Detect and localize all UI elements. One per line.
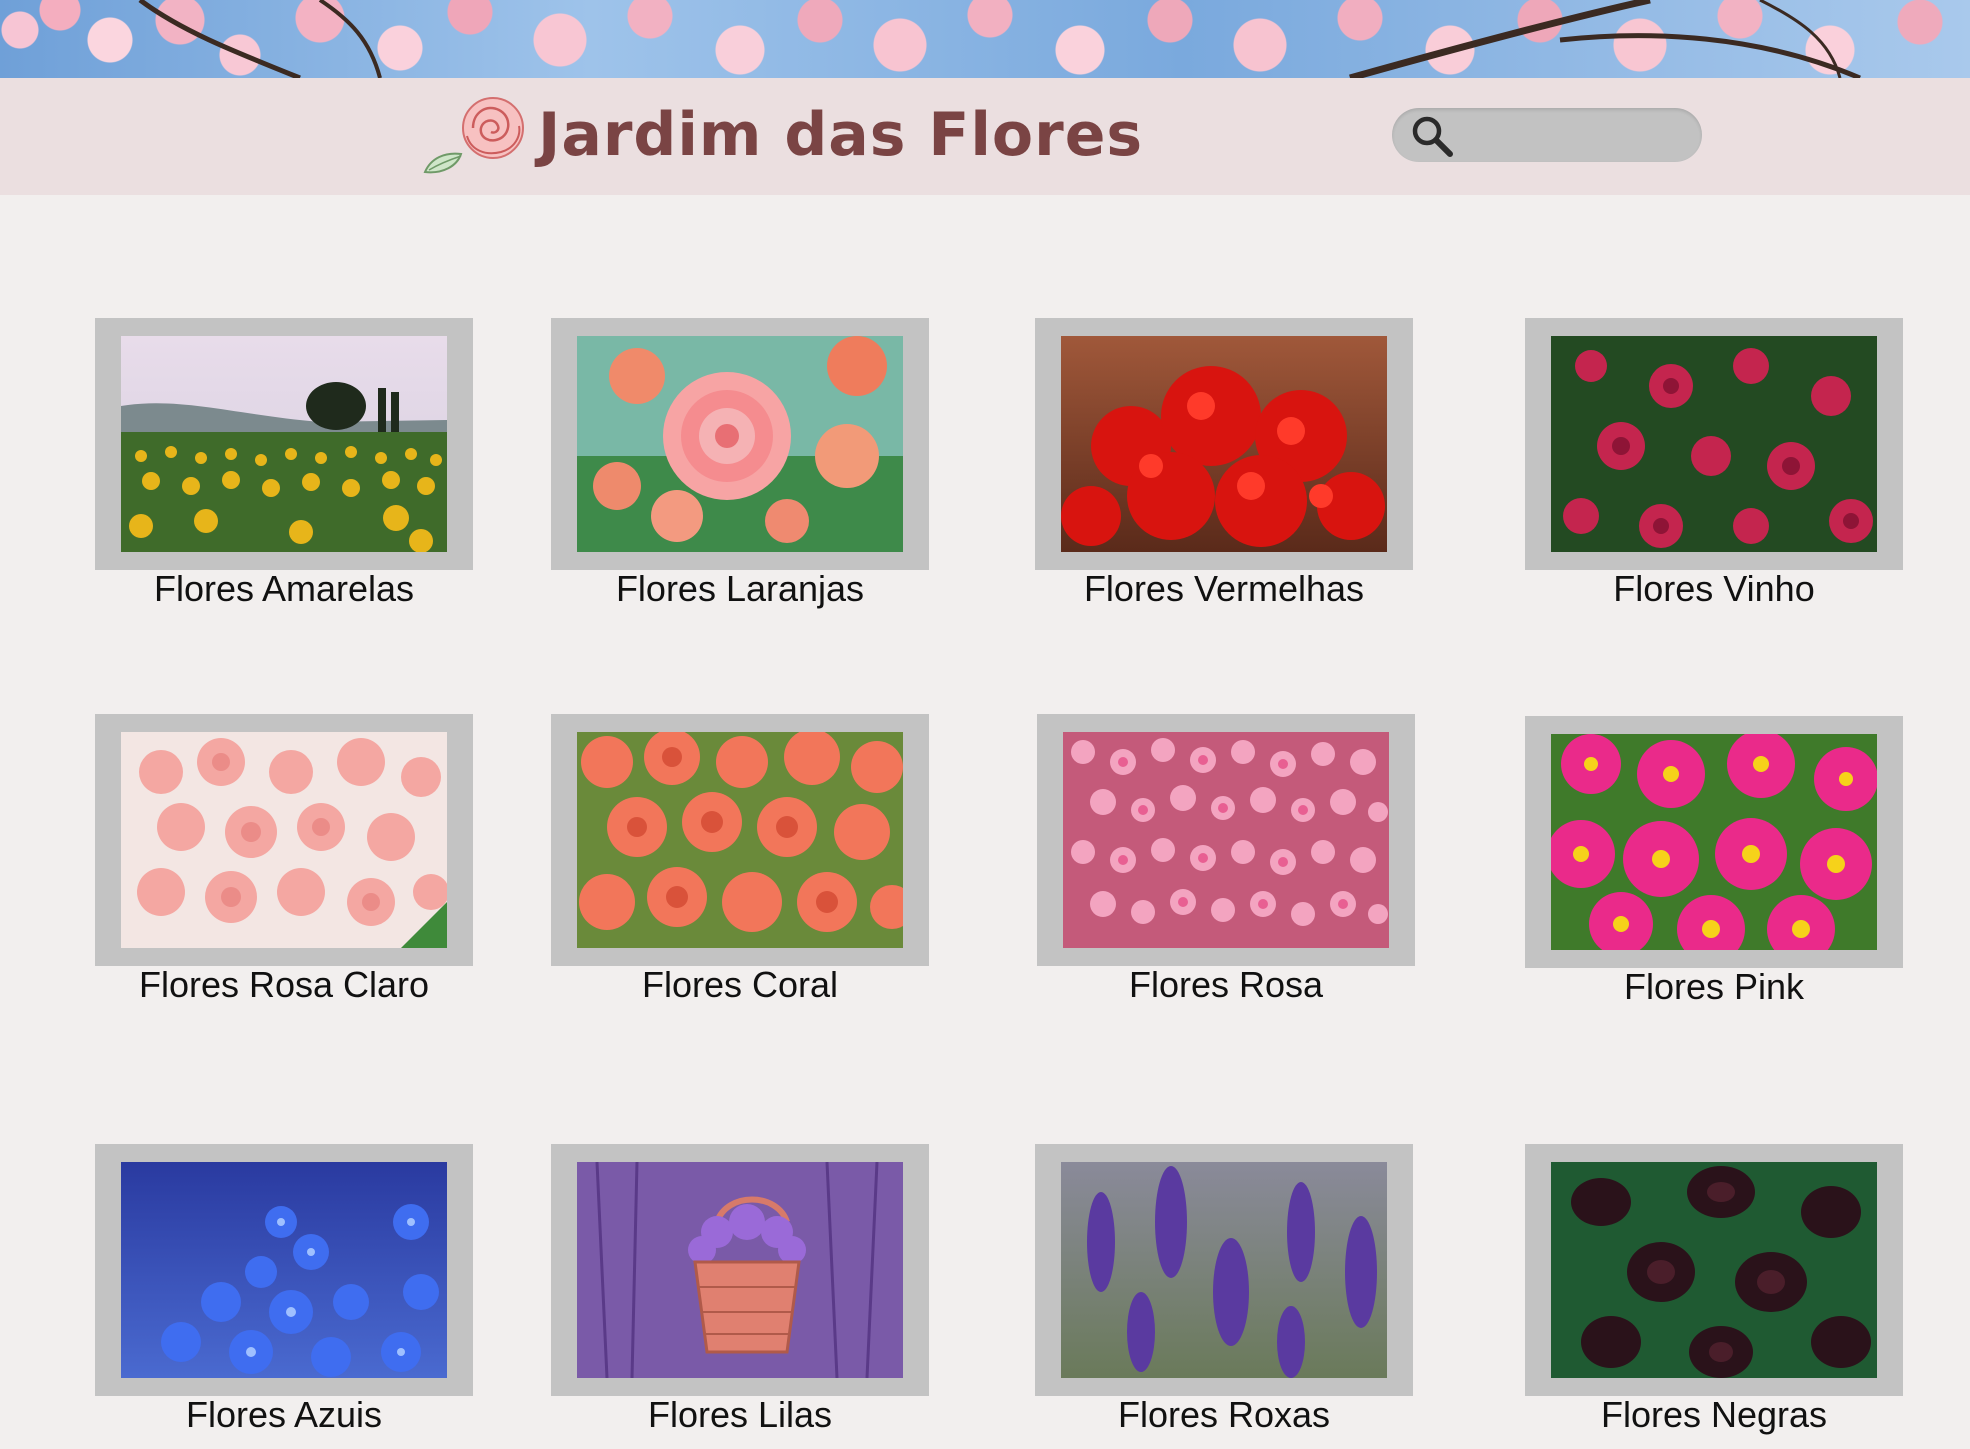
blue-flowers-image[interactable] bbox=[121, 1162, 447, 1378]
category-label[interactable]: Flores Amarelas bbox=[95, 568, 473, 610]
coral-roses-image[interactable] bbox=[577, 732, 903, 948]
wine-dahlias-image[interactable] bbox=[1551, 336, 1877, 552]
light-pink-roses-image[interactable] bbox=[121, 732, 447, 948]
sunflower-field-image[interactable] bbox=[121, 336, 447, 552]
image-frame bbox=[95, 318, 473, 570]
image-frame bbox=[95, 714, 473, 966]
image-frame bbox=[551, 318, 929, 570]
category-label[interactable]: Flores Azuis bbox=[95, 1394, 473, 1436]
category-label[interactable]: Flores Pink bbox=[1525, 966, 1903, 1008]
black-callas-image[interactable] bbox=[1551, 1162, 1877, 1378]
category-grid: Flores Amarelas Flores Laranjas Flores V… bbox=[0, 0, 1970, 1449]
image-frame bbox=[1037, 714, 1415, 966]
category-label[interactable]: Flores Vinho bbox=[1525, 568, 1903, 610]
pink-daisies-image[interactable] bbox=[1551, 734, 1877, 950]
image-frame bbox=[551, 1144, 929, 1396]
category-label[interactable]: Flores Rosa bbox=[1037, 964, 1415, 1006]
red-flowers-image[interactable] bbox=[1061, 336, 1387, 552]
lavender-basket-image[interactable] bbox=[577, 1162, 903, 1378]
image-frame bbox=[1035, 318, 1413, 570]
category-label[interactable]: Flores Laranjas bbox=[551, 568, 929, 610]
category-label[interactable]: Flores Coral bbox=[551, 964, 929, 1006]
image-frame bbox=[1525, 1144, 1903, 1396]
image-frame bbox=[1035, 1144, 1413, 1396]
category-label[interactable]: Flores Roxas bbox=[1035, 1394, 1413, 1436]
category-label[interactable]: Flores Negras bbox=[1525, 1394, 1903, 1436]
image-frame bbox=[551, 714, 929, 966]
purple-lavender-image[interactable] bbox=[1061, 1162, 1387, 1378]
image-frame bbox=[1525, 318, 1903, 570]
orange-begonia-image[interactable] bbox=[577, 336, 903, 552]
category-label[interactable]: Flores Rosa Claro bbox=[95, 964, 473, 1006]
category-label[interactable]: Flores Vermelhas bbox=[1035, 568, 1413, 610]
image-frame bbox=[1525, 716, 1903, 968]
pink-roses-image[interactable] bbox=[1063, 732, 1389, 948]
image-frame bbox=[95, 1144, 473, 1396]
category-label[interactable]: Flores Lilas bbox=[551, 1394, 929, 1436]
